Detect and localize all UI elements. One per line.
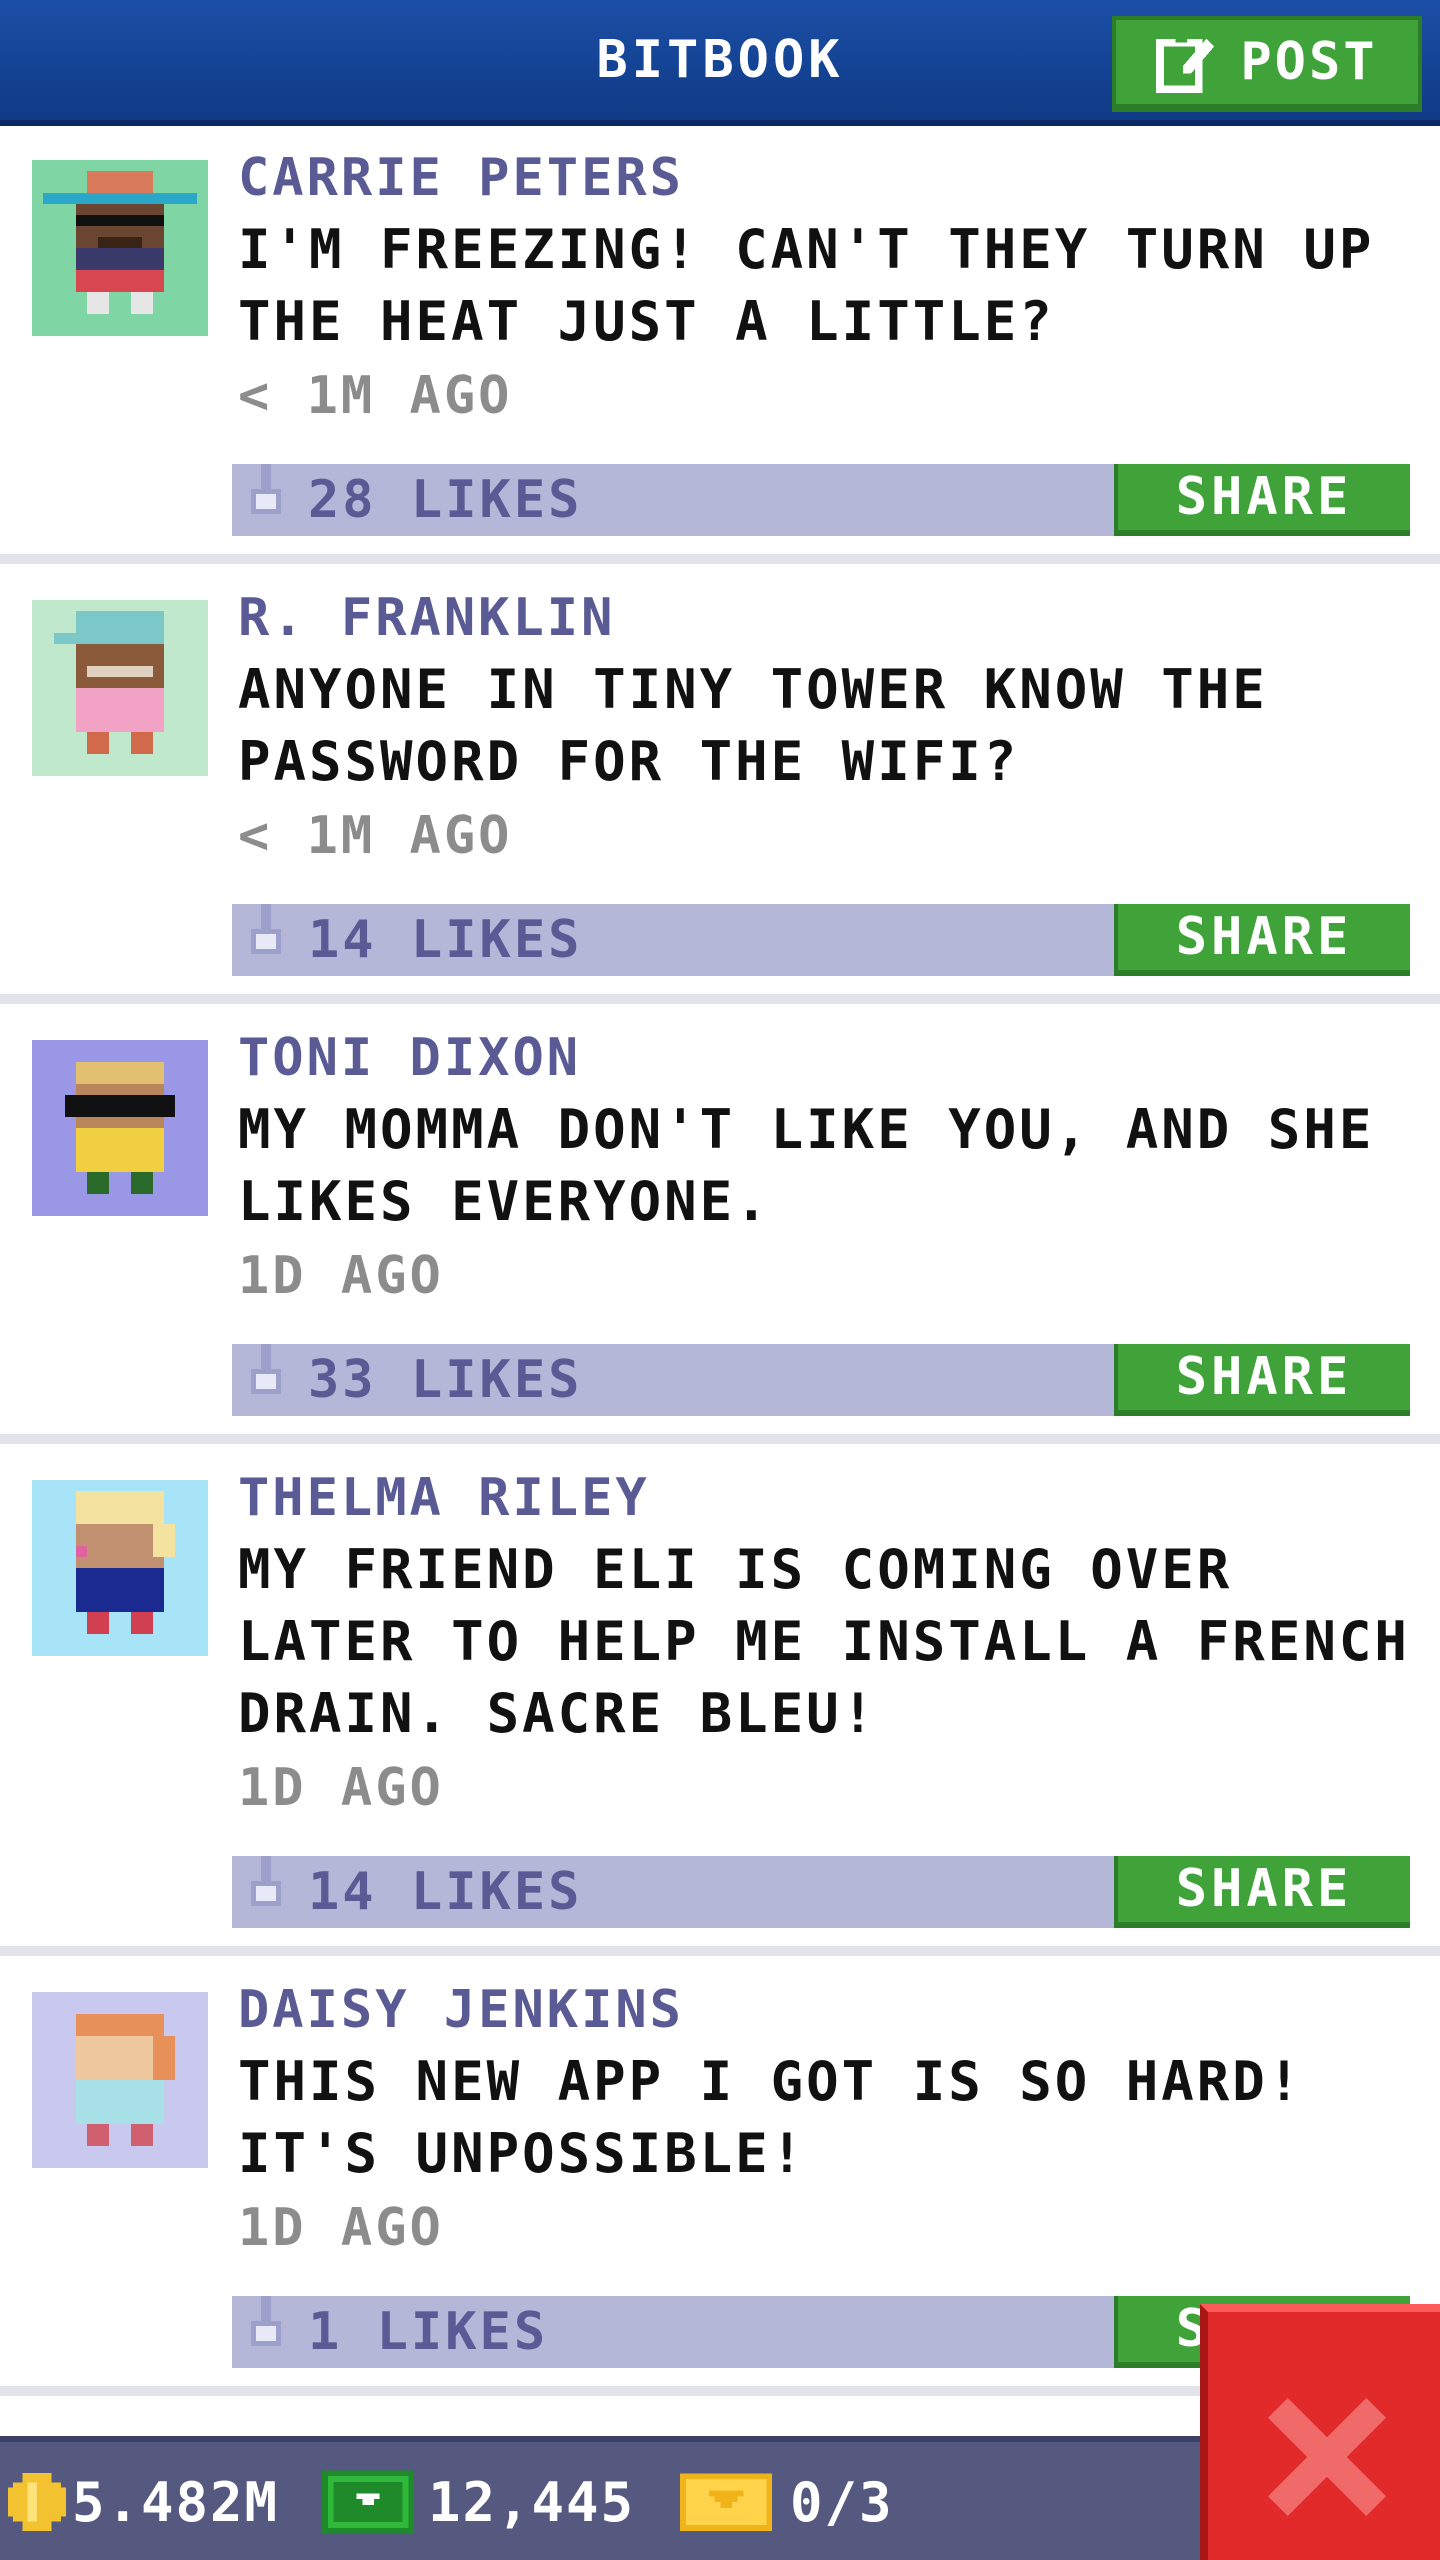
avatar (32, 1992, 208, 2168)
post-timestamp: < 1M AGO (238, 366, 513, 426)
avatar-r-franklin (54, 611, 164, 754)
avatar-toni-dixon (65, 1062, 175, 1194)
share-button[interactable]: SHARE (1114, 1344, 1410, 1416)
post-message: I'M FREEZING! CAN'T THEY TURN UP THE HEA… (238, 218, 1375, 353)
bux-display: 12,445 (322, 2466, 635, 2538)
likes-count: 33 LIKES (308, 1350, 583, 1410)
post-author[interactable]: CARRIE PETERS (238, 148, 684, 208)
thumbs-up-icon (251, 1856, 281, 1906)
coin-icon (8, 2473, 66, 2531)
post-timestamp: 1D AGO (238, 1758, 444, 1818)
close-icon (1268, 2398, 1386, 2516)
thumbs-up-icon (251, 464, 281, 514)
thumbs-up-icon (251, 1344, 281, 1394)
feed-post: R. FRANKLIN ANYONE IN TINY TOWER KNOW TH… (0, 572, 1440, 1004)
likes-count: 14 LIKES (308, 910, 583, 970)
post-author[interactable]: THELMA RILEY (238, 1468, 650, 1528)
bux-value: 12,445 (428, 2470, 636, 2534)
feed-post: TONI DIXON MY MOMMA DON'T LIKE YOU, AND … (0, 1012, 1440, 1444)
post-message: THIS NEW APP I GOT IS SO HARD! IT'S UNPO… (238, 2050, 1304, 2185)
likes-bar[interactable]: 14 LIKES SHARE (232, 904, 1410, 976)
bux-icon (322, 2470, 414, 2534)
likes-count: 28 LIKES (308, 470, 583, 530)
post-author[interactable]: TONI DIXON (238, 1028, 581, 1088)
share-button[interactable]: SHARE (1114, 1856, 1410, 1928)
post-author[interactable]: DAISY JENKINS (238, 1980, 684, 2040)
share-button[interactable]: SHARE (1114, 464, 1410, 536)
avatar (32, 1480, 208, 1656)
likes-count: 14 LIKES (308, 1862, 583, 1922)
avatar-daisy-jenkins (76, 2014, 175, 2146)
post-timestamp: 1D AGO (238, 2198, 444, 2258)
avatar (32, 1040, 208, 1216)
close-button[interactable] (1200, 2304, 1440, 2560)
likes-bar[interactable]: 28 LIKES SHARE (232, 464, 1410, 536)
avatar (32, 160, 208, 336)
avatar-thelma-riley (76, 1491, 175, 1634)
app-header: BITBOOK POST (0, 0, 1440, 126)
likes-bar[interactable]: 14 LIKES SHARE (232, 1856, 1410, 1928)
post-timestamp: 1D AGO (238, 1246, 444, 1306)
post-button[interactable]: POST (1112, 16, 1422, 112)
share-button[interactable]: SHARE (1114, 904, 1410, 976)
thumbs-up-icon (251, 904, 281, 954)
post-author[interactable]: R. FRANKLIN (238, 588, 615, 648)
coins-display: 5.482M (8, 2466, 279, 2538)
post-message: MY FRIEND ELI IS COMING OVER LATER TO HE… (238, 1538, 1410, 1745)
ticket-icon (680, 2473, 772, 2531)
tickets-display: 0/3 (680, 2466, 894, 2538)
likes-bar[interactable]: 33 LIKES SHARE (232, 1344, 1410, 1416)
likes-count: 1 LIKES (308, 2302, 549, 2362)
post-message: MY MOMMA DON'T LIKE YOU, AND SHE LIKES E… (238, 1098, 1375, 1233)
post-message: ANYONE IN TINY TOWER KNOW THE PASSWORD F… (238, 658, 1268, 793)
feed-post: THELMA RILEY MY FRIEND ELI IS COMING OVE… (0, 1452, 1440, 1956)
thumbs-up-icon (251, 2296, 281, 2346)
avatar (32, 600, 208, 776)
post-button-label: POST (1240, 32, 1378, 92)
feed-post: CARRIE PETERS I'M FREEZING! CAN'T THEY T… (0, 132, 1440, 564)
post-timestamp: < 1M AGO (238, 806, 513, 866)
coins-value: 5.482M (72, 2470, 280, 2534)
avatar-carrie-peters (43, 171, 197, 314)
edit-icon (1156, 34, 1215, 93)
tickets-value: 0/3 (790, 2470, 894, 2534)
